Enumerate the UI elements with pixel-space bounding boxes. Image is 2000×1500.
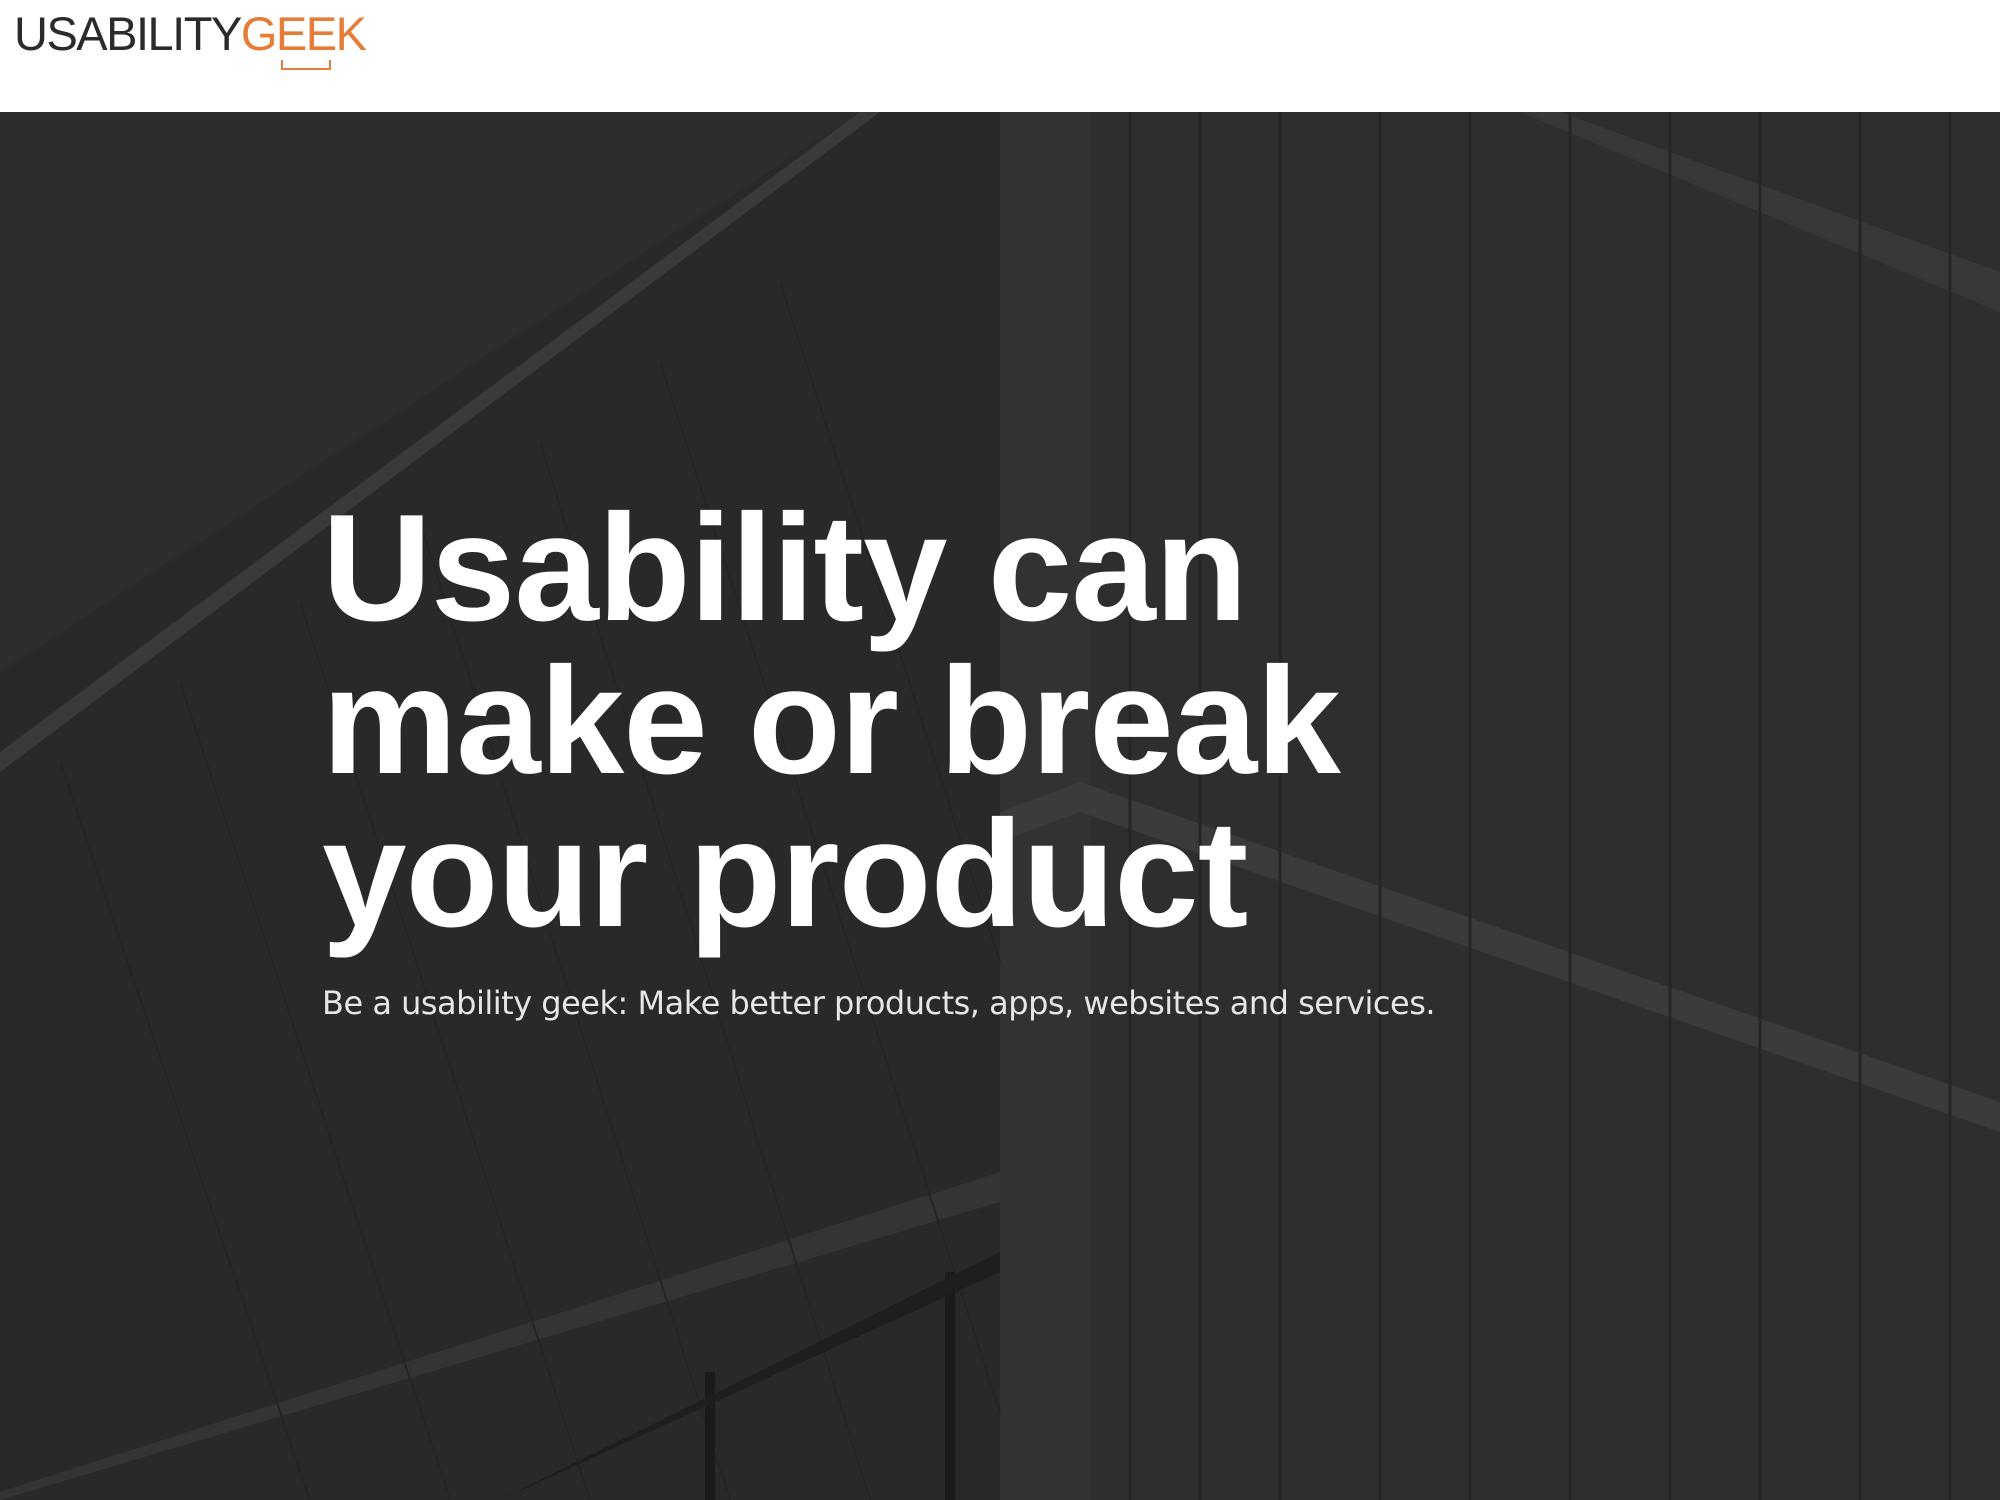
logo-text-geek: GEEK	[240, 7, 367, 70]
hero-tagline: Be a usability geek: Make better product…	[322, 984, 1436, 1022]
hero-headline: Usability can make or break your product	[322, 483, 1341, 959]
logo-text-usability: USABILITY	[14, 7, 242, 60]
logo-accent-mark	[280, 60, 331, 70]
hero-section: Usability can make or break your product…	[0, 112, 2000, 1500]
site-logo[interactable]: USABILITY GEEK	[14, 7, 367, 70]
site-header: USABILITY GEEK	[0, 0, 2000, 112]
logo-text-geek-label: GEEK	[240, 7, 367, 60]
